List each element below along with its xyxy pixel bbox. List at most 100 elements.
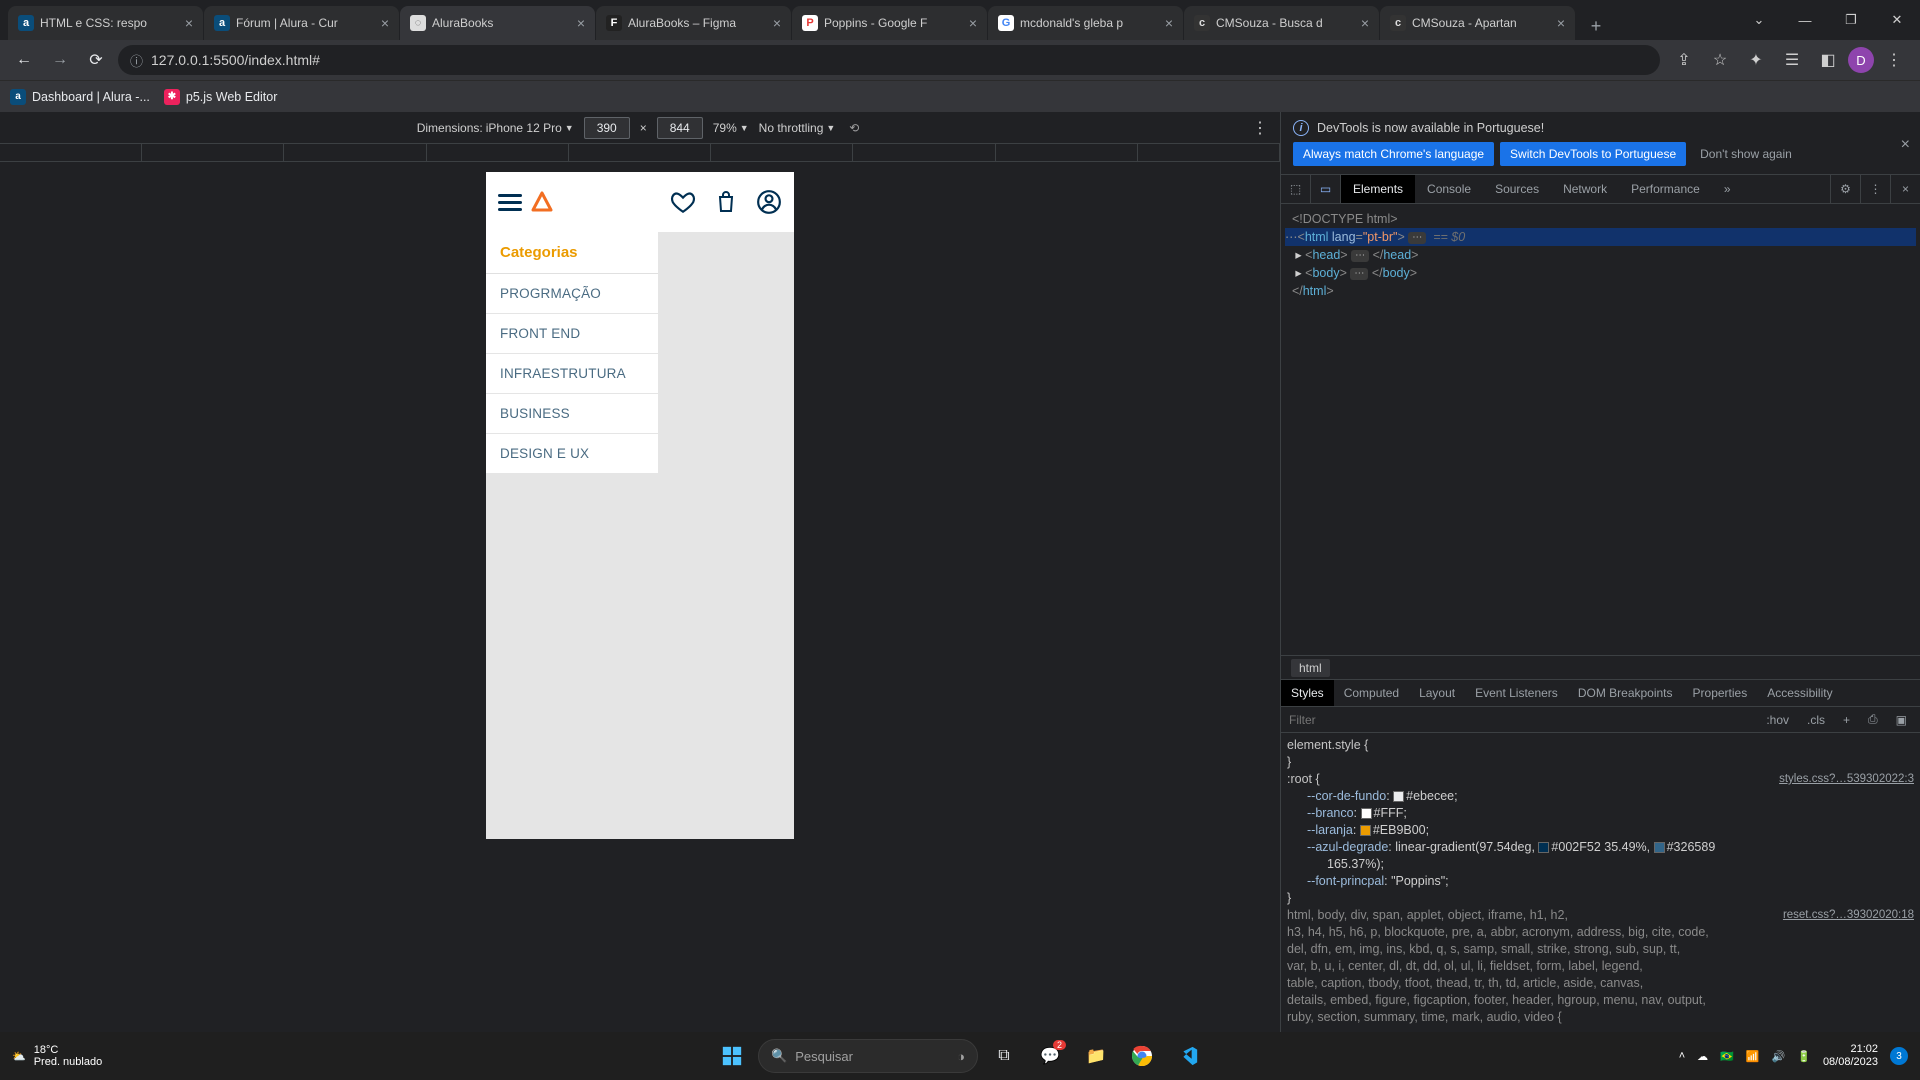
chrome-menu-icon[interactable]: ⋮: [1878, 44, 1910, 76]
browser-tab[interactable]: cCMSouza - Apartan×: [1380, 6, 1575, 40]
wifi-icon[interactable]: 📶: [1746, 1050, 1760, 1063]
switch-language-button[interactable]: Switch DevTools to Portuguese: [1500, 142, 1686, 166]
tab-elements[interactable]: Elements: [1341, 175, 1415, 203]
hamburger-icon[interactable]: [498, 194, 522, 211]
close-icon[interactable]: ×: [1901, 136, 1910, 154]
always-match-button[interactable]: Always match Chrome's language: [1293, 142, 1494, 166]
maximize-button[interactable]: ❐: [1828, 0, 1874, 40]
subtab-accessibility[interactable]: Accessibility: [1757, 680, 1842, 706]
tab-search-button[interactable]: ⌄: [1736, 0, 1782, 40]
close-icon[interactable]: ×: [381, 15, 389, 31]
bookmark-star-icon[interactable]: ☆: [1704, 44, 1736, 76]
dom-node-head[interactable]: ▸ <head> ⋯ </head>: [1285, 246, 1916, 264]
taskbar-app-chat[interactable]: 💬2: [1030, 1036, 1070, 1076]
subtab-event-listeners[interactable]: Event Listeners: [1465, 680, 1568, 706]
color-swatch[interactable]: [1360, 825, 1371, 836]
notification-badge[interactable]: 3: [1890, 1047, 1908, 1065]
dont-show-button[interactable]: Don't show again: [1692, 142, 1800, 166]
hov-toggle[interactable]: :hov: [1761, 713, 1794, 727]
share-icon[interactable]: ⇪: [1668, 44, 1700, 76]
tab-sources[interactable]: Sources: [1483, 175, 1551, 203]
tab-console[interactable]: Console: [1415, 175, 1483, 203]
profile-avatar[interactable]: D: [1848, 47, 1874, 73]
dom-tree[interactable]: <!DOCTYPE html> ⋯<html lang="pt-br"> ⋯ =…: [1281, 204, 1920, 655]
width-input[interactable]: [584, 117, 630, 139]
volume-icon[interactable]: 🔊: [1772, 1050, 1786, 1063]
rotate-icon[interactable]: ⟲: [845, 119, 863, 137]
devtools-menu-icon[interactable]: ⋮: [1860, 175, 1890, 203]
clock[interactable]: 21:02 08/08/2023: [1823, 1043, 1878, 1069]
close-icon[interactable]: ×: [1557, 15, 1565, 31]
bag-icon[interactable]: [714, 189, 738, 215]
language-indicator[interactable]: 🇧🇷: [1720, 1050, 1734, 1063]
taskbar-app-chrome[interactable]: [1122, 1036, 1162, 1076]
close-icon[interactable]: ×: [773, 15, 781, 31]
browser-tab[interactable]: PPoppins - Google F×: [792, 6, 987, 40]
bookmark-item[interactable]: ✱p5.js Web Editor: [164, 89, 277, 105]
bookmark-item[interactable]: aDashboard | Alura -...: [10, 89, 150, 105]
throttling-selector[interactable]: No throttling▼: [759, 121, 836, 135]
close-window-button[interactable]: ✕: [1874, 0, 1920, 40]
tab-network[interactable]: Network: [1551, 175, 1619, 203]
source-link[interactable]: styles.css?…539302022:3: [1779, 771, 1914, 788]
source-link[interactable]: reset.css?…39302020:18: [1783, 907, 1914, 924]
subtab-styles[interactable]: Styles: [1281, 680, 1334, 706]
browser-tab[interactable]: aHTML e CSS: respo×: [8, 6, 203, 40]
browser-tab[interactable]: cCMSouza - Busca d×: [1184, 6, 1379, 40]
weather-widget[interactable]: ⛅ 18°C Pred. nublado: [12, 1044, 102, 1068]
minimize-button[interactable]: —: [1782, 0, 1828, 40]
color-swatch[interactable]: [1654, 842, 1665, 853]
reload-button[interactable]: ⟳: [82, 46, 110, 74]
close-icon[interactable]: ×: [185, 15, 193, 31]
computed-toggle-icon[interactable]: ▣: [1891, 713, 1912, 727]
color-swatch[interactable]: [1538, 842, 1549, 853]
subtab-computed[interactable]: Computed: [1334, 680, 1409, 706]
taskbar-app-explorer[interactable]: 📁: [1076, 1036, 1116, 1076]
devtools-close-icon[interactable]: ×: [1890, 175, 1920, 203]
battery-icon[interactable]: 🔋: [1797, 1050, 1811, 1063]
print-emulation-icon[interactable]: ⎙: [1863, 712, 1883, 727]
address-bar[interactable]: ⓘ 127.0.0.1:5500/index.html#: [118, 45, 1660, 75]
dropdown-item[interactable]: BUSINESS: [486, 394, 658, 434]
close-icon[interactable]: ×: [577, 15, 585, 31]
zoom-selector[interactable]: 79%▼: [713, 121, 749, 135]
start-button[interactable]: [712, 1036, 752, 1076]
device-toggle-icon[interactable]: ▭: [1311, 175, 1341, 203]
subtab-properties[interactable]: Properties: [1683, 680, 1758, 706]
onedrive-icon[interactable]: ☁: [1697, 1050, 1708, 1063]
styles-body[interactable]: element.style { } styles.css?…539302022:…: [1281, 733, 1920, 1032]
dropdown-item[interactable]: DESIGN E UX: [486, 434, 658, 474]
crumb-html[interactable]: html: [1291, 659, 1330, 677]
dropdown-item[interactable]: FRONT END: [486, 314, 658, 354]
browser-tab[interactable]: Gmcdonald's gleba p×: [988, 6, 1183, 40]
dom-node-body[interactable]: ▸ <body> ⋯ </body>: [1285, 264, 1916, 282]
dropdown-item[interactable]: INFRAESTRUTURA: [486, 354, 658, 394]
inspect-icon[interactable]: ⬚: [1281, 175, 1311, 203]
browser-tab[interactable]: FAluraBooks – Figma×: [596, 6, 791, 40]
heart-icon[interactable]: [670, 189, 696, 215]
more-tabs-icon[interactable]: »: [1712, 175, 1743, 203]
tab-performance[interactable]: Performance: [1619, 175, 1712, 203]
browser-tab[interactable]: ◌AluraBooks×: [400, 6, 595, 40]
extensions-icon[interactable]: ✦: [1740, 44, 1772, 76]
device-selector[interactable]: Dimensions: iPhone 12 Pro ▼: [417, 121, 574, 135]
tray-chevron-icon[interactable]: ˄: [1679, 1050, 1685, 1062]
task-view-icon[interactable]: ⧉: [984, 1036, 1024, 1076]
side-panel-icon[interactable]: ◧: [1812, 44, 1844, 76]
close-icon[interactable]: ×: [1361, 15, 1369, 31]
close-icon[interactable]: ×: [969, 15, 977, 31]
settings-icon[interactable]: ⚙: [1830, 175, 1860, 203]
cls-toggle[interactable]: .cls: [1802, 713, 1830, 727]
site-info-icon[interactable]: ⓘ: [130, 51, 143, 70]
device-menu-icon[interactable]: ⋮: [1252, 118, 1268, 138]
color-swatch[interactable]: [1393, 791, 1404, 802]
taskbar-app-vscode[interactable]: [1168, 1036, 1208, 1076]
forward-button[interactable]: →: [46, 46, 74, 74]
color-swatch[interactable]: [1361, 808, 1372, 819]
taskbar-search[interactable]: 🔍 Pesquisar ◑: [758, 1039, 978, 1073]
new-style-rule-icon[interactable]: +: [1838, 713, 1855, 727]
reading-list-icon[interactable]: ☰: [1776, 44, 1808, 76]
close-icon[interactable]: ×: [1165, 15, 1173, 31]
browser-tab[interactable]: aFórum | Alura - Cur×: [204, 6, 399, 40]
back-button[interactable]: ←: [10, 46, 38, 74]
